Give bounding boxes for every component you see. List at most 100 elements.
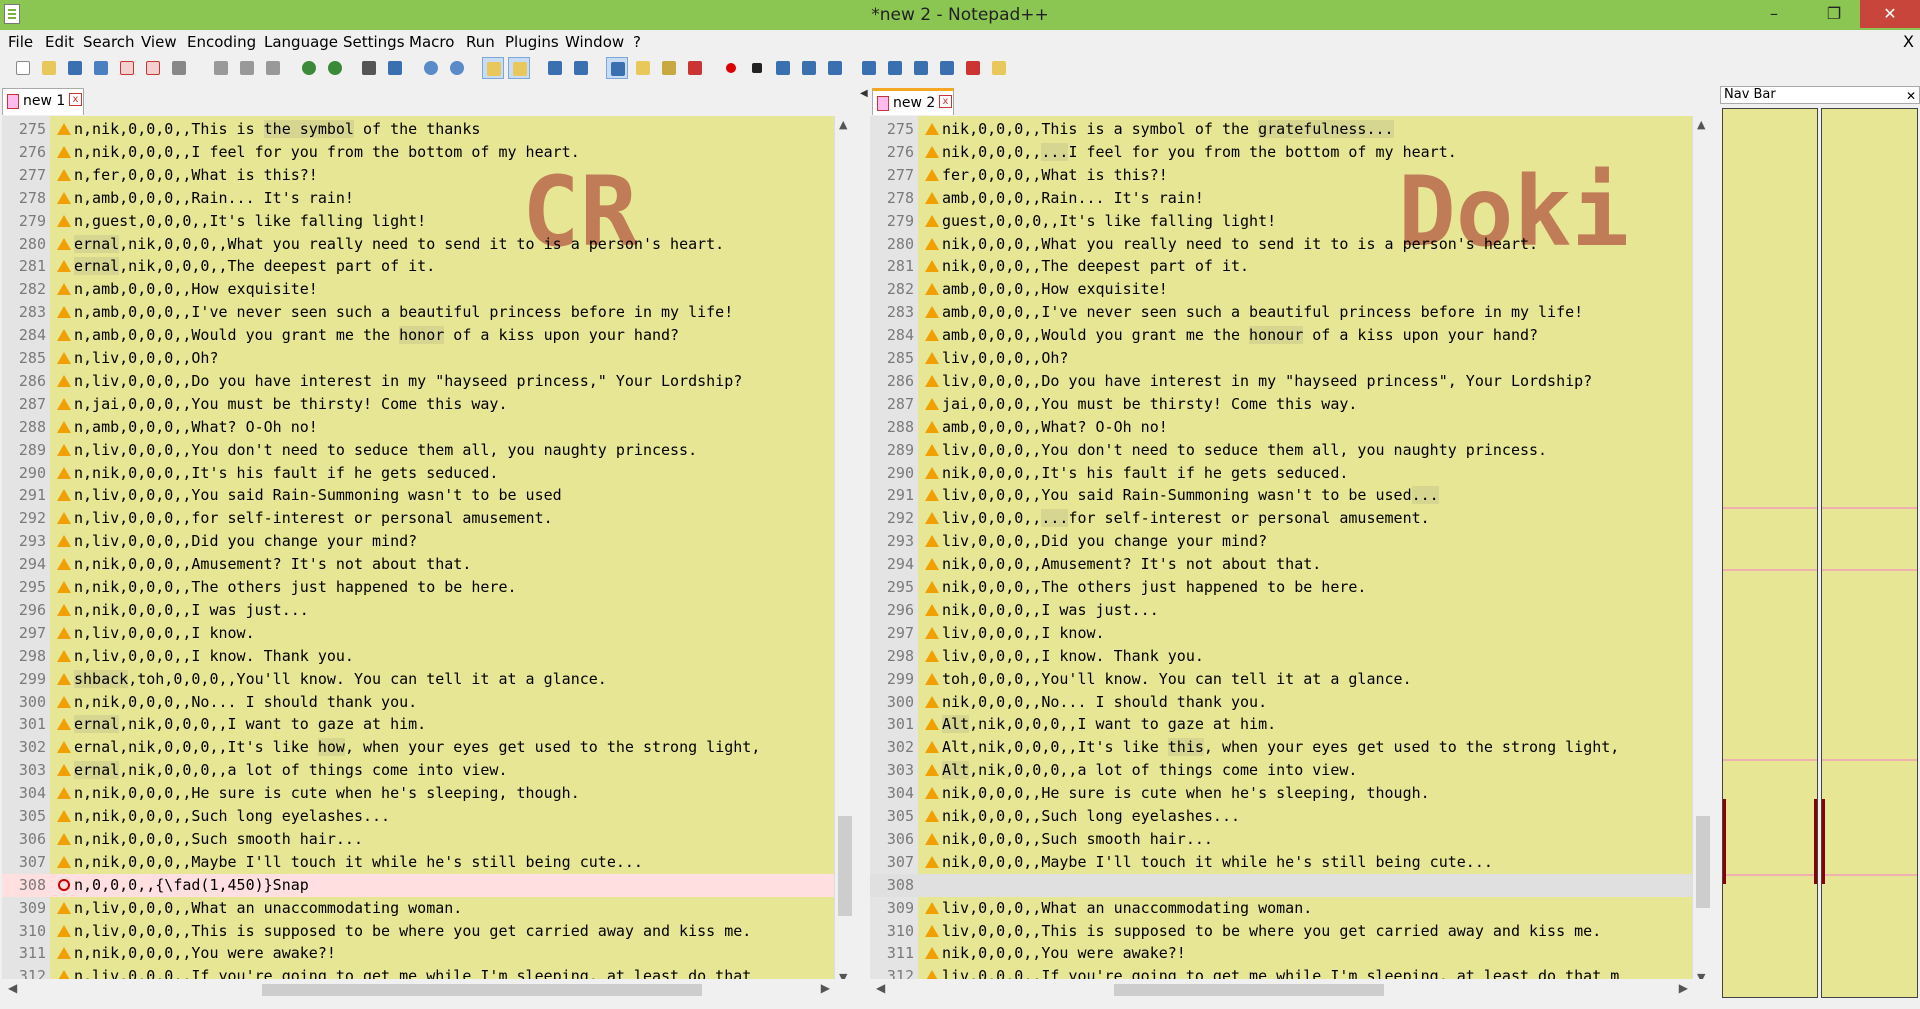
- sync-horizontal-icon[interactable]: [508, 57, 530, 79]
- editor-line[interactable]: 288 n,amb,0,0,0,,What? O-Oh no!: [2, 416, 834, 439]
- copy-icon[interactable]: [236, 57, 258, 79]
- editor-line[interactable]: 296 nik,0,0,0,,I was just...: [870, 599, 1692, 622]
- scroll-thumb[interactable]: [1696, 816, 1710, 908]
- editor-line[interactable]: 304 n,nik,0,0,0,,He sure is cute when he'…: [2, 782, 834, 805]
- play-macro-icon[interactable]: [772, 57, 794, 79]
- menu-macro[interactable]: Macro: [409, 33, 454, 51]
- close-window-button[interactable]: ✕: [1860, 0, 1920, 28]
- editor-line[interactable]: 288 amb,0,0,0,,What? O-Oh no!: [870, 416, 1692, 439]
- editor-line[interactable]: 305 nik,0,0,0,,Such long eyelashes...: [870, 805, 1692, 828]
- editor-line[interactable]: 276 nik,0,0,0,,...I feel for you from the…: [870, 141, 1692, 164]
- word-wrap-icon[interactable]: [544, 57, 566, 79]
- indent-guide-icon[interactable]: [606, 57, 628, 79]
- editor-line[interactable]: 297 n,liv,0,0,0,,I know.: [2, 622, 834, 645]
- spellcheck-icon[interactable]: [962, 57, 984, 79]
- editor-line[interactable]: 309 n,liv,0,0,0,,What an unaccommodating …: [2, 897, 834, 920]
- save-icon[interactable]: [64, 57, 86, 79]
- scroll-left-icon[interactable]: ◀: [8, 981, 17, 995]
- editor-line[interactable]: 293 liv,0,0,0,,Did you change your mind?: [870, 530, 1692, 553]
- editor-line[interactable]: 280 ernal,nik,0,0,0,,What you really need…: [2, 233, 834, 256]
- scroll-thumb[interactable]: [838, 816, 852, 916]
- editor-line[interactable]: 306 n,nik,0,0,0,,Such smooth hair...: [2, 828, 834, 851]
- editor-line[interactable]: 282 n,amb,0,0,0,,How exquisite!: [2, 278, 834, 301]
- editor-line[interactable]: 293 n,liv,0,0,0,,Did you change your mind…: [2, 530, 834, 553]
- close-all-icon[interactable]: [142, 57, 164, 79]
- editor-line[interactable]: 282 amb,0,0,0,,How exquisite!: [870, 278, 1692, 301]
- doc-map-icon[interactable]: [658, 57, 680, 79]
- editor-line[interactable]: 276 n,nik,0,0,0,,I feel for you from the …: [2, 141, 834, 164]
- editor-line[interactable]: 308 n,0,0,0,,{\fad(1,450)}Snap: [2, 873, 834, 897]
- editor-line[interactable]: 284 n,amb,0,0,0,,Would you grant me the h…: [2, 324, 834, 347]
- tab-new-1[interactable]: new 1 x: [2, 88, 84, 115]
- editor-line[interactable]: 291 liv,0,0,0,,You said Rain-Summoning wa…: [870, 484, 1692, 507]
- editor-line[interactable]: 280 nik,0,0,0,,What you really need to se…: [870, 233, 1692, 256]
- record-macro-icon[interactable]: [720, 57, 742, 79]
- editor-line[interactable]: 311 n,nik,0,0,0,,You were awake?!: [2, 942, 834, 965]
- editor-line[interactable]: 306 nik,0,0,0,,Such smooth hair...: [870, 828, 1692, 851]
- editor-line[interactable]: 287 jai,0,0,0,,You must be thirsty! Come …: [870, 393, 1692, 416]
- nav-column-right[interactable]: [1821, 108, 1918, 998]
- editor-line[interactable]: 290 n,nik,0,0,0,,It's his fault if he get…: [2, 462, 834, 485]
- editor-line[interactable]: 292 n,liv,0,0,0,,for self-interest or per…: [2, 507, 834, 530]
- sync-vertical-icon[interactable]: [482, 57, 504, 79]
- scroll-thumb[interactable]: [262, 984, 702, 996]
- editor-line[interactable]: 299 toh,0,0,0,,You'll know. You can tell …: [870, 668, 1692, 691]
- editor-line[interactable]: 302 ernal,nik,0,0,0,,It's like how, when …: [2, 736, 834, 759]
- menu-file[interactable]: File: [8, 33, 33, 51]
- replace-icon[interactable]: [384, 57, 406, 79]
- editor-line[interactable]: 294 n,nik,0,0,0,,Amusement? It's not abou…: [2, 553, 834, 576]
- scroll-right-icon[interactable]: ▶: [821, 981, 830, 995]
- editor-line[interactable]: 300 n,nik,0,0,0,,No... I should thank you…: [2, 691, 834, 714]
- find-icon[interactable]: [358, 57, 380, 79]
- menu-language[interactable]: Language: [264, 33, 338, 51]
- left-editor[interactable]: CR 275 n,nik,0,0,0,,This is the symbol of…: [2, 116, 834, 986]
- udl-icon[interactable]: [632, 57, 654, 79]
- menu-run[interactable]: Run: [466, 33, 495, 51]
- tab-close-icon[interactable]: x: [939, 95, 952, 108]
- editor-line[interactable]: 289 n,liv,0,0,0,,You don't need to seduce…: [2, 439, 834, 462]
- tab-close-icon[interactable]: x: [69, 93, 82, 106]
- scroll-right-icon[interactable]: ▶: [1679, 981, 1688, 995]
- menu-edit[interactable]: Edit: [45, 33, 74, 51]
- print-icon[interactable]: [168, 57, 190, 79]
- nav-bar-close-icon[interactable]: ✕: [1906, 88, 1916, 104]
- editor-line[interactable]: 297 liv,0,0,0,,I know.: [870, 622, 1692, 645]
- editor-line[interactable]: 287 n,jai,0,0,0,,You must be thirsty! Com…: [2, 393, 834, 416]
- zoom-out-icon[interactable]: [446, 57, 468, 79]
- menu-settings[interactable]: Settings: [343, 33, 405, 51]
- right-editor[interactable]: Doki 275 nik,0,0,0,,This is a symbol of t…: [870, 116, 1692, 986]
- editor-line[interactable]: 311 nik,0,0,0,,You were awake?!: [870, 942, 1692, 965]
- undo-icon[interactable]: [298, 57, 320, 79]
- editor-line[interactable]: 302 Alt,nik,0,0,0,,It's like this, when y…: [870, 736, 1692, 759]
- nav-column-left[interactable]: [1722, 108, 1818, 998]
- paste-icon[interactable]: [262, 57, 284, 79]
- function-list-icon[interactable]: [684, 57, 706, 79]
- editor-line[interactable]: 303 ernal,nik,0,0,0,,a lot of things come…: [2, 759, 834, 782]
- editor-line[interactable]: 291 n,liv,0,0,0,,You said Rain-Summoning …: [2, 484, 834, 507]
- editor-line[interactable]: 304 nik,0,0,0,,He sure is cute when he's …: [870, 782, 1692, 805]
- tab-new-2[interactable]: new 2 x: [872, 88, 954, 115]
- editor-line[interactable]: 294 nik,0,0,0,,Amusement? It's not about …: [870, 553, 1692, 576]
- editor-line[interactable]: 295 nik,0,0,0,,The others just happened t…: [870, 576, 1692, 599]
- editor-line[interactable]: 277 fer,0,0,0,,What is this?!: [870, 164, 1692, 187]
- save-all-icon[interactable]: [90, 57, 112, 79]
- left-vertical-scrollbar[interactable]: ▲ ▼: [834, 116, 854, 986]
- editor-line[interactable]: 300 nik,0,0,0,,No... I should thank you.: [870, 691, 1692, 714]
- menu-help[interactable]: ?: [633, 33, 641, 51]
- menu-window[interactable]: Window: [565, 33, 624, 51]
- redo-icon[interactable]: [324, 57, 346, 79]
- editor-line[interactable]: 299 shback,toh,0,0,0,,You'll know. You ca…: [2, 668, 834, 691]
- editor-line[interactable]: 275 nik,0,0,0,,This is a symbol of the gr…: [870, 118, 1692, 141]
- editor-line[interactable]: 285 liv,0,0,0,,Oh?: [870, 347, 1692, 370]
- editor-line[interactable]: 281 nik,0,0,0,,The deepest part of it.: [870, 255, 1692, 278]
- close-document-button[interactable]: X: [1903, 32, 1914, 51]
- editor-line[interactable]: 303 Alt,nik,0,0,0,,a lot of things come i…: [870, 759, 1692, 782]
- open-file-icon[interactable]: [38, 57, 60, 79]
- scroll-thumb[interactable]: [1114, 984, 1384, 996]
- right-horizontal-scrollbar[interactable]: ◀ ▶: [870, 979, 1712, 1001]
- editor-line[interactable]: 278 n,amb,0,0,0,,Rain... It's rain!: [2, 187, 834, 210]
- editor-line[interactable]: 279 n,guest,0,0,0,,It's like falling ligh…: [2, 210, 834, 233]
- scroll-left-icon[interactable]: ◀: [876, 981, 885, 995]
- close-file-icon[interactable]: [116, 57, 138, 79]
- right-vertical-scrollbar[interactable]: ▲ ▼: [1692, 116, 1712, 986]
